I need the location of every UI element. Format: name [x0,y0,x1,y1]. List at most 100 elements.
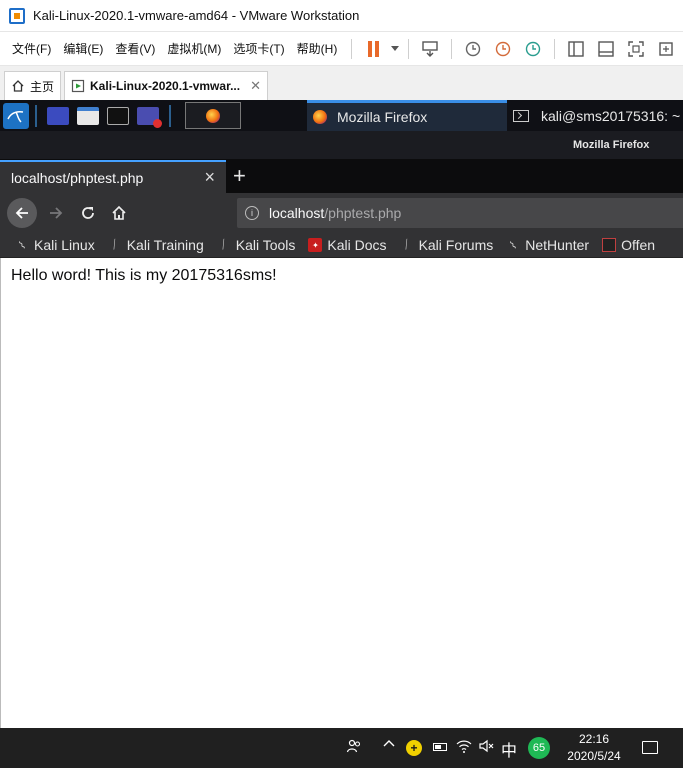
snapshot-button[interactable] [461,37,485,61]
notification-icon[interactable] [642,741,658,754]
bookmark-label: Kali Training [126,237,204,253]
menu-edit[interactable]: 编辑(E) [59,40,111,57]
pause-button[interactable] [361,37,385,61]
clock-time: 22:16 [578,732,610,746]
clock-date: 2020/5/24 [567,749,621,763]
wifi-icon[interactable] [456,738,472,754]
close-icon[interactable]: × [204,167,215,188]
screen-recorder-icon[interactable] [137,106,162,128]
menu-tabs[interactable]: 选项卡(T) [229,40,292,57]
thumbnail-icon [598,40,615,57]
firefox-nav-bar: i localhost/phptest.php [0,193,683,233]
windows-taskbar: + 中 65 22:16 2020/5/24 [0,728,683,768]
pause-icon [367,40,379,57]
ime-indicator[interactable]: 中 [501,737,517,761]
unity-icon [659,41,674,56]
tab-kali-vm-label: Kali-Linux-2020.1-vmwar... [90,79,241,93]
ctrl-alt-del-icon [422,40,439,57]
page-content: Hello word! This is my 20175316sms! [0,258,683,728]
toolbar-separator [554,38,556,59]
library-icon [568,40,585,57]
bookmark-kali-training[interactable]: ⟋ Kali Training [108,237,204,253]
snapshot-icon [466,41,481,56]
show-library-button[interactable] [564,37,588,61]
panel-separator [35,104,37,127]
bookmark-kali-forums[interactable]: ⟋ Kali Forums [400,237,494,253]
snapshot-manager-button[interactable] [521,37,545,61]
new-tab-button[interactable]: + [233,163,246,189]
bookmark-label: Kali Tools [235,237,296,253]
workspace-switcher[interactable] [185,102,241,129]
people-icon[interactable] [346,738,362,754]
firefox-tab-strip: localhost/phptest.php × + [0,159,683,193]
terminal-launcher-icon[interactable] [107,106,129,125]
kali-icon: ⌇ [16,238,28,252]
bookmark-kali-linux[interactable]: ⌇ Kali Linux [15,237,95,253]
snapshot-manager-icon [526,41,541,56]
panel-separator [169,104,171,127]
kali-dragon-icon: ⟋ [216,237,231,252]
taskbar-item-firefox[interactable]: Mozilla Firefox [307,100,507,131]
reload-icon [82,207,94,219]
offsec-icon [602,238,617,252]
kali-dragon-icon: ⟋ [107,237,122,252]
toolbar-separator [351,38,353,59]
fullscreen-button[interactable] [624,37,648,61]
bookmark-kali-tools[interactable]: ⟋ Kali Tools [217,237,296,253]
url-path: /phptest.php [324,205,402,221]
bookmark-kali-docs[interactable]: ✦ Kali Docs [308,237,387,253]
bookmark-offsec[interactable]: Offen [602,237,655,253]
forward-button[interactable] [41,198,71,228]
menu-help[interactable]: 帮助(H) [293,40,346,57]
volume-muted-icon[interactable] [478,738,494,754]
firefox-window-title: Mozilla Firefox [573,139,650,151]
app-tray-icon[interactable]: + [406,740,422,756]
thumbnail-bar-button[interactable] [594,37,618,61]
battery-icon[interactable] [433,743,447,751]
kali-menu-icon[interactable] [3,102,29,129]
taskbar-item-terminal[interactable]: kali@sms20175316: ~ [507,100,680,131]
url-host: localhost [269,205,325,221]
app-launcher-icon[interactable] [47,106,69,125]
tab-home[interactable]: 主页 [4,71,62,100]
firefox-icon [313,110,327,124]
menu-file[interactable]: 文件(F) [0,40,59,57]
docs-icon: ✦ [308,238,323,252]
tab-kali-vm[interactable]: Kali-Linux-2020.1-vmwar... ✕ [64,71,268,100]
menu-view[interactable]: 查看(V) [111,40,163,57]
site-info-icon[interactable]: i [245,206,259,220]
bookmarks-toolbar: ⌇ Kali Linux ⟋ Kali Training ⟋ Kali Tool… [0,233,683,258]
bookmark-label: Kali Docs [327,237,387,253]
close-icon[interactable]: ✕ [250,78,261,94]
bookmark-nethunter[interactable]: ⌇ NetHunter [506,237,589,253]
toolbar-separator [408,38,410,59]
send-ctrl-alt-del-button[interactable] [418,37,442,61]
taskbar-item-terminal-label: kali@sms20175316: ~ [541,107,681,124]
clock[interactable]: 22:16 2020/5/24 [560,731,628,765]
toolbar-separator [451,38,453,59]
home-icon [12,80,24,92]
page-body-text: Hello word! This is my 20175316sms! [11,267,277,284]
chevron-up-icon[interactable] [383,738,395,750]
menu-vm[interactable]: 虚拟机(M) [163,40,229,57]
bookmark-label: Offen [621,237,656,253]
browser-tab[interactable]: localhost/phptest.php × [0,160,226,193]
unity-button[interactable] [654,37,678,61]
file-manager-icon[interactable] [77,106,99,125]
power-dropdown-button[interactable] [388,37,402,61]
bookmark-label: Kali Forums [418,237,494,253]
vmware-tab-strip: 主页 Kali-Linux-2020.1-vmwar... ✕ [0,66,683,100]
bookmark-label: Kali Linux [34,237,95,253]
reload-button[interactable] [73,198,103,228]
tab-home-label: 主页 [30,79,55,94]
home-button[interactable] [104,198,134,228]
security-badge[interactable]: 65 [528,737,550,759]
back-button[interactable] [7,198,37,228]
url-bar[interactable]: i localhost/phptest.php [237,198,683,228]
revert-snapshot-button[interactable] [491,37,515,61]
firefox-icon [206,108,220,123]
kali-top-panel: Mozilla Firefox kali@sms20175316: ~ [0,100,683,131]
firefox-title-bar: Mozilla Firefox [0,131,683,159]
home-icon [112,205,126,220]
browser-tab-label: localhost/phptest.php [11,169,144,186]
